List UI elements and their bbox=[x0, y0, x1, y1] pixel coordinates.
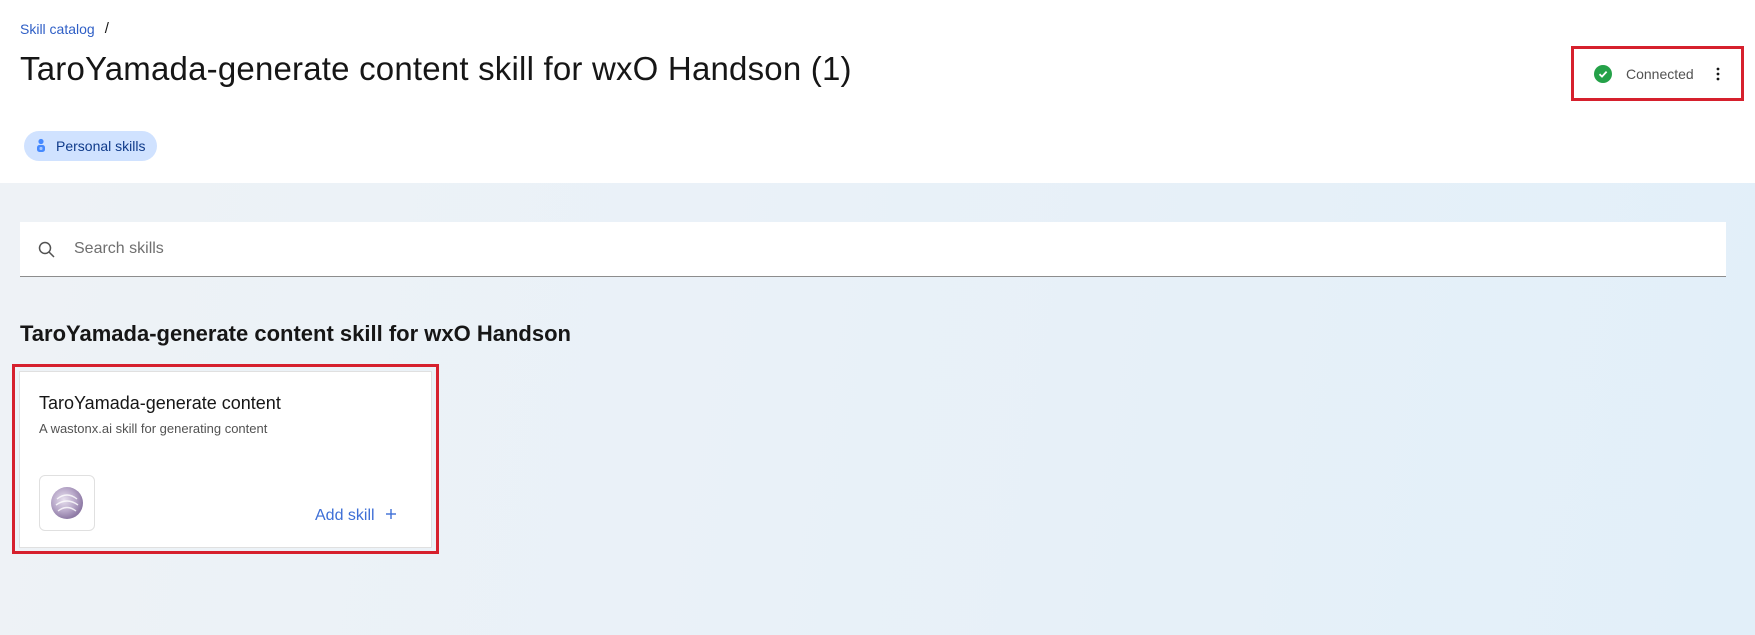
breadcrumb-skill-catalog-link[interactable]: Skill catalog bbox=[20, 21, 95, 37]
add-skill-button[interactable]: Add skill bbox=[315, 507, 397, 525]
overflow-menu-vertical-icon[interactable] bbox=[1710, 64, 1726, 84]
connection-status: Connected bbox=[1571, 46, 1744, 101]
page-header: Skill catalog / TaroYamada-generate cont… bbox=[0, 0, 1755, 183]
skill-card[interactable]: TaroYamada-generate content A wastonx.ai… bbox=[19, 371, 432, 548]
breadcrumb: Skill catalog / bbox=[20, 20, 109, 37]
skill-set-heading: TaroYamada-generate content skill for wx… bbox=[20, 321, 571, 346]
watsonx-ai-logo bbox=[39, 475, 95, 531]
catalog-body: TaroYamada-generate content skill for wx… bbox=[0, 183, 1755, 635]
search-icon bbox=[38, 240, 56, 258]
skill-card-description: A wastonx.ai skill for generating conten… bbox=[39, 421, 268, 436]
personal-skills-tag[interactable]: Personal skills bbox=[24, 131, 158, 161]
breadcrumb-separator: / bbox=[104, 20, 109, 37]
skill-card-title: TaroYamada-generate content bbox=[39, 393, 281, 413]
search-bar bbox=[20, 222, 1726, 277]
personal-skills-icon bbox=[34, 138, 48, 154]
personal-skills-label: Personal skills bbox=[56, 138, 146, 154]
search-input[interactable] bbox=[74, 240, 1674, 258]
checkmark-filled-icon bbox=[1594, 64, 1612, 83]
add-skill-label: Add skill bbox=[315, 507, 375, 524]
plus-icon bbox=[385, 507, 397, 525]
connection-status-label: Connected bbox=[1626, 65, 1694, 82]
page-title: TaroYamada-generate content skill for wx… bbox=[20, 50, 852, 87]
